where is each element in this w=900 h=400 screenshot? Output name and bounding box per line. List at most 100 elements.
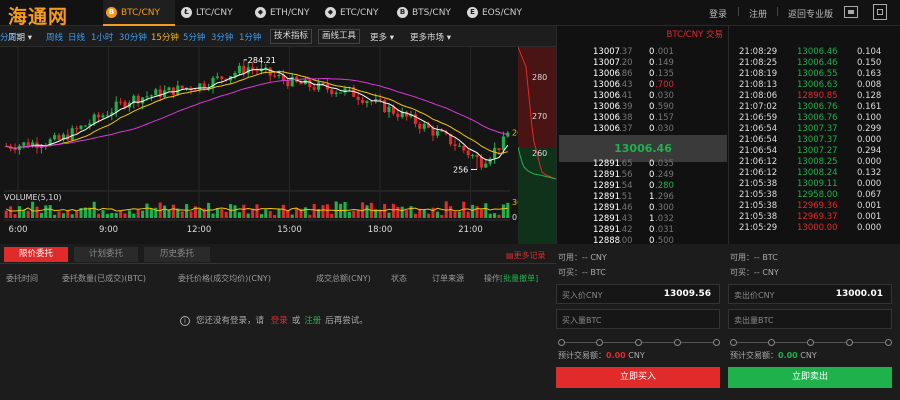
volume-bar [440, 214, 444, 218]
volume-bar [189, 211, 193, 218]
trade-row: 21:08:19 13006.55 0.163 [729, 69, 900, 79]
empty-register-link[interactable]: 注册 [304, 316, 321, 326]
sell-amount-input[interactable]: 卖出量BTC [728, 309, 892, 329]
volume-bar [105, 213, 109, 218]
bid-amount-int: 1 [649, 192, 655, 202]
tab-etc-cny[interactable]: ◆ ETC/CNY [322, 0, 392, 26]
trade-price: 12958.00 [797, 190, 838, 200]
buy-now-button[interactable]: 立即买入 [556, 367, 720, 388]
volume-bar [39, 212, 43, 218]
draw-tools-button[interactable]: 画线工具 [318, 29, 361, 44]
period-option[interactable]: 日线 [68, 31, 85, 43]
x-tick-label: 6:00 [8, 225, 27, 235]
candle-body [365, 101, 369, 104]
candle-body [431, 127, 435, 136]
volume-bar [365, 205, 369, 218]
candle-body [396, 113, 400, 118]
volume-bar [57, 211, 61, 218]
depth-tick: 280 [532, 73, 548, 82]
ask-row[interactable]: 13006.43 0.700 [557, 80, 729, 90]
bid-row[interactable]: 12891.56 0.249 [557, 170, 729, 180]
period-option[interactable]: 周线 [46, 31, 63, 43]
period-option[interactable]: 1小时 [91, 31, 113, 43]
ask-row[interactable]: 13006.38 0.157 [557, 113, 729, 123]
tab-history-orders[interactable]: 历史委托 [144, 247, 210, 262]
volume-bar [273, 214, 277, 218]
trade-time: 21:05:38 [739, 201, 778, 211]
ask-row[interactable]: 13007.20 0.149 [557, 58, 729, 68]
brand-logo[interactable]: 海通网 [8, 2, 68, 29]
tab-bts-cny[interactable]: B BTS/CNY [394, 0, 462, 26]
trade-amount: 0.000 [857, 135, 882, 145]
volume-bar [9, 206, 13, 218]
trade-time: 21:06:54 [739, 135, 778, 145]
period-option[interactable]: 分时 [0, 31, 17, 43]
volume-bar [132, 213, 136, 218]
ask-row[interactable]: 13006.41 0.030 [557, 91, 729, 101]
bid-row[interactable]: 12891.46 0.300 [557, 203, 729, 213]
pro-version-link[interactable]: 返回专业版 [788, 7, 833, 20]
more-records-link[interactable]: ▤更多记录 [506, 250, 546, 261]
candle-body [158, 89, 162, 98]
tab-plan-orders[interactable]: 计划委托 [74, 247, 138, 262]
candle-body [57, 135, 61, 140]
volume-bar [484, 203, 488, 218]
sell-price-input[interactable]: 卖出价CNY 13000.01 [728, 284, 892, 304]
period-option[interactable]: 3分钟 [211, 31, 233, 43]
volume-bar [471, 204, 475, 218]
ask-row[interactable]: 13006.37 0.030 [557, 124, 729, 134]
more-markets-dropdown[interactable]: 更多市场 ▾ [410, 31, 451, 43]
candle-body [457, 145, 461, 147]
volume-bar [97, 213, 101, 218]
bid-row[interactable]: 12891.51 1.296 [557, 192, 729, 202]
register-link[interactable]: 注册 [749, 7, 767, 20]
tab-eos-cny[interactable]: E EOS/CNY [464, 0, 532, 26]
ask-row[interactable]: 13006.86 0.135 [557, 69, 729, 79]
volume-bar [26, 210, 30, 218]
sell-amount-slider[interactable] [730, 338, 892, 346]
ask-price-int: 13006 [593, 80, 621, 90]
volume-bar [198, 208, 202, 218]
tab-btc-cny[interactable]: B BTC/CNY [103, 0, 175, 26]
buy-amount-slider[interactable] [558, 338, 720, 346]
period-option[interactable]: 15分钟 [151, 31, 179, 43]
sell-now-button[interactable]: 立即卖出 [728, 367, 892, 388]
ask-row[interactable]: 13006.39 0.590 [557, 102, 729, 112]
candle-body [39, 146, 43, 148]
buy-amount-input[interactable]: 买入量BTC [556, 309, 720, 329]
tab-ltc-cny[interactable]: Ł LTC/CNY [178, 0, 250, 26]
bid-row[interactable]: 12891.43 1.032 [557, 214, 729, 224]
trade-row: 21:05:29 13000.00 0.000 [729, 223, 900, 233]
empty-login-link[interactable]: 登录 [271, 316, 288, 326]
col-order-total: 成交总额(CNY) [316, 274, 371, 283]
candlestick-chart[interactable]: 6:009:0012:0015:0018:0021:00284.21256265… [0, 47, 545, 244]
login-link[interactable]: 登录 [709, 7, 727, 20]
trade-price: 13006.76 [797, 113, 838, 123]
batch-cancel-link[interactable]: [批量撤单] [500, 273, 538, 284]
fullscreen-icon[interactable] [873, 4, 887, 20]
book-title: BTC/CNY 交易 [557, 26, 729, 44]
col-order-amount: 委托数量(已成交)(BTC) [62, 274, 146, 283]
indicators-button[interactable]: 技术指标 [270, 29, 313, 44]
candle-body [330, 89, 334, 94]
bid-row[interactable]: 12891.54 0.280 [557, 181, 729, 191]
chart-window-icon[interactable] [844, 6, 858, 18]
buy-price-input[interactable]: 买入价CNY 13009.56 [556, 284, 720, 304]
tab-eth-cny[interactable]: ◆ ETH/CNY [252, 0, 320, 26]
candle-body [220, 76, 224, 79]
bid-row[interactable]: 12891.42 0.031 [557, 225, 729, 235]
volume-bar [290, 214, 294, 218]
empty-text: 您还没有登录，请 [196, 316, 265, 326]
more-dropdown[interactable]: 更多 ▾ [370, 31, 394, 43]
trade-amount: 0.000 [857, 223, 882, 233]
period-option[interactable]: 5分钟 [183, 31, 205, 43]
period-option[interactable]: 1分钟 [239, 31, 261, 43]
bid-row[interactable]: 12891.65 0.035 [557, 159, 729, 169]
tab-limit-orders[interactable]: 限价委托 [4, 247, 68, 262]
sell-available-btc: 可用：-- BTC [730, 253, 778, 262]
trade-price: 12969.36 [797, 201, 838, 211]
ask-amount-int: 0 [649, 47, 655, 57]
bid-amount-int: 0 [649, 203, 655, 213]
period-option[interactable]: 30分钟 [119, 31, 147, 43]
ask-row[interactable]: 13007.37 0.001 [557, 47, 729, 57]
